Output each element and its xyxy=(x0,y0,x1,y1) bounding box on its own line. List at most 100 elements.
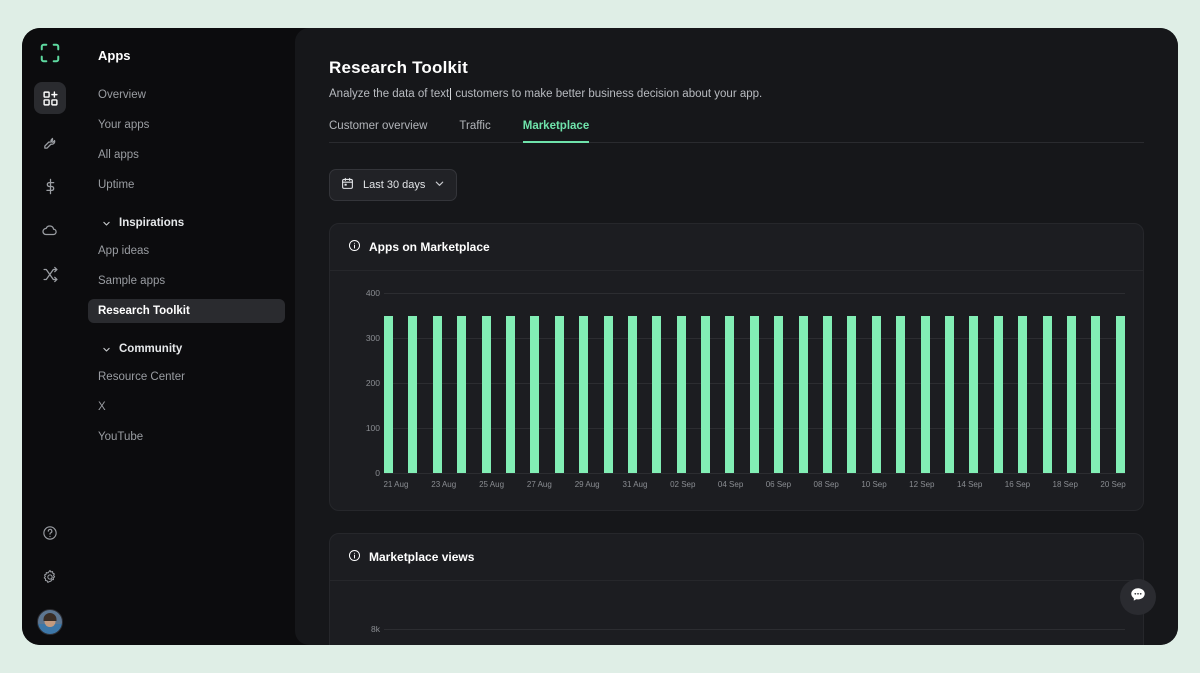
sidebar-group-label: Inspirations xyxy=(119,217,185,229)
card-header: Apps on Marketplace xyxy=(330,224,1143,271)
subtitle-text-after: customers to make better business decisi… xyxy=(452,88,763,100)
bar[interactable] xyxy=(725,315,735,473)
y-axis-tick-label: 0 xyxy=(375,468,380,478)
bar[interactable] xyxy=(749,315,759,473)
icon-rail xyxy=(22,28,78,645)
bar[interactable] xyxy=(1066,315,1076,473)
bar-chart: 0 100 200 300 400 xyxy=(366,288,1125,478)
rail-item-apps[interactable] xyxy=(34,82,66,114)
sidebar-item-sample-apps[interactable]: Sample apps xyxy=(88,269,285,293)
x-axis-tick-label: 02 Sep xyxy=(670,480,696,489)
bar[interactable] xyxy=(579,315,589,473)
sidebar-item-all-apps[interactable]: All apps xyxy=(88,143,285,167)
tab-marketplace[interactable]: Marketplace xyxy=(522,120,590,143)
bar[interactable] xyxy=(896,315,906,473)
rail-bottom-group xyxy=(22,511,78,635)
page-title: Research Toolkit xyxy=(329,58,468,77)
bar[interactable] xyxy=(457,315,467,473)
sidebar-item-resource-center[interactable]: Resource Center xyxy=(88,365,285,389)
y-axis-tick-label: 400 xyxy=(365,288,380,298)
bar[interactable] xyxy=(627,315,637,473)
main-panel: Research Toolkit Analyze the data of tex… xyxy=(295,28,1178,645)
bar[interactable] xyxy=(944,315,954,473)
rail-item-cloud[interactable] xyxy=(34,214,66,246)
bar[interactable] xyxy=(554,315,564,473)
rail-item-integrations[interactable] xyxy=(34,258,66,290)
y-axis-tick-label: 300 xyxy=(365,333,380,343)
bar[interactable] xyxy=(408,315,418,473)
x-axis-tick-label: 23 Aug xyxy=(431,480,457,489)
bar[interactable] xyxy=(701,315,711,473)
rail-item-tools[interactable] xyxy=(34,126,66,158)
bar[interactable] xyxy=(1091,315,1101,473)
x-axis-tick-label: 10 Sep xyxy=(861,480,887,489)
card-apps-on-marketplace: Apps on Marketplace 0 100 200 300 400 21 Aug… xyxy=(329,223,1144,511)
page-subtitle: Analyze the data of text customers to ma… xyxy=(329,88,1144,100)
info-circle-icon[interactable] xyxy=(348,239,361,255)
sidebar-item-app-ideas[interactable]: App ideas xyxy=(88,239,285,263)
x-axis-tick-label: 27 Aug xyxy=(526,480,552,489)
bar[interactable] xyxy=(1018,315,1028,473)
calendar-icon xyxy=(341,177,354,193)
bar[interactable] xyxy=(432,315,442,473)
x-axis-tick-label: 04 Sep xyxy=(717,480,744,489)
card-body: 0 100 200 300 400 21 Aug 23 Aug 25 Aug 27 Aug 29… xyxy=(330,271,1143,510)
chevron-down-icon xyxy=(102,219,111,228)
card-marketplace-views: Marketplace views 8k xyxy=(329,533,1144,645)
bar[interactable] xyxy=(384,315,393,473)
bar[interactable] xyxy=(603,315,613,473)
bar[interactable] xyxy=(847,315,857,473)
sidebar-item-x[interactable]: X xyxy=(88,395,285,419)
rail-item-billing[interactable] xyxy=(34,170,66,202)
help-circle-icon[interactable] xyxy=(34,517,66,549)
bar[interactable] xyxy=(823,315,833,473)
x-axis-tick-label: 29 Aug xyxy=(574,480,600,489)
bar[interactable] xyxy=(676,315,686,473)
bar[interactable] xyxy=(969,315,979,473)
info-circle-icon[interactable] xyxy=(348,549,361,565)
x-axis-tick-label: 21 Aug xyxy=(383,480,409,489)
bar[interactable] xyxy=(920,315,930,473)
x-axis-tick-label: 25 Aug xyxy=(479,480,505,489)
card-title: Apps on Marketplace xyxy=(369,240,490,254)
bars-container xyxy=(384,293,1125,473)
brand-logo-icon[interactable] xyxy=(35,38,65,68)
bar[interactable] xyxy=(481,315,491,473)
tab-customer-overview[interactable]: Customer overview xyxy=(329,120,427,143)
y-axis-tick-label: 200 xyxy=(365,378,380,388)
bar[interactable] xyxy=(993,315,1003,473)
bar[interactable] xyxy=(1115,315,1125,473)
sidebar-item-research-toolkit[interactable]: Research Toolkit xyxy=(88,299,285,323)
bar[interactable] xyxy=(798,315,808,473)
chat-bubble-button[interactable] xyxy=(1120,579,1156,615)
sidebar-item-youtube[interactable]: YouTube xyxy=(88,425,285,449)
subtitle-text-before: Analyze the data of text xyxy=(329,88,450,100)
sidebar-group-label: Community xyxy=(119,343,183,355)
bar[interactable] xyxy=(774,315,784,473)
grid-line xyxy=(384,629,1125,630)
bar[interactable] xyxy=(652,315,662,473)
x-axis-tick-label: 12 Sep xyxy=(909,480,935,489)
sidebar-group-inspirations[interactable]: Inspirations xyxy=(88,211,285,235)
bar[interactable] xyxy=(1042,315,1052,473)
avatar[interactable] xyxy=(37,609,63,635)
y-axis-labels: 0 100 200 300 400 xyxy=(348,288,380,478)
sidebar-item-overview[interactable]: Overview xyxy=(88,83,285,107)
date-range-button[interactable]: Last 30 days xyxy=(329,169,458,201)
sidebar-group-community[interactable]: Community xyxy=(88,337,285,361)
line-chart: 8k xyxy=(371,603,1125,645)
x-axis-tick-label: 14 Sep xyxy=(956,480,983,489)
bar[interactable] xyxy=(530,315,540,473)
card-body: 8k xyxy=(330,581,1143,645)
gear-icon[interactable] xyxy=(34,561,66,593)
tab-bar: Customer overview Traffic Marketplace xyxy=(329,120,1144,143)
sidebar-item-uptime[interactable]: Uptime xyxy=(88,173,285,197)
bar[interactable] xyxy=(871,315,881,473)
sidebar-nav: Apps Overview Your apps All apps Uptime … xyxy=(78,28,295,645)
bar[interactable] xyxy=(505,315,515,473)
x-axis-tick-label: 08 Sep xyxy=(813,480,839,489)
sidebar-item-your-apps[interactable]: Your apps xyxy=(88,113,285,137)
tab-traffic[interactable]: Traffic xyxy=(459,120,490,143)
chat-bubble-icon xyxy=(1129,586,1147,609)
y-axis-labels: 8k xyxy=(348,603,380,645)
